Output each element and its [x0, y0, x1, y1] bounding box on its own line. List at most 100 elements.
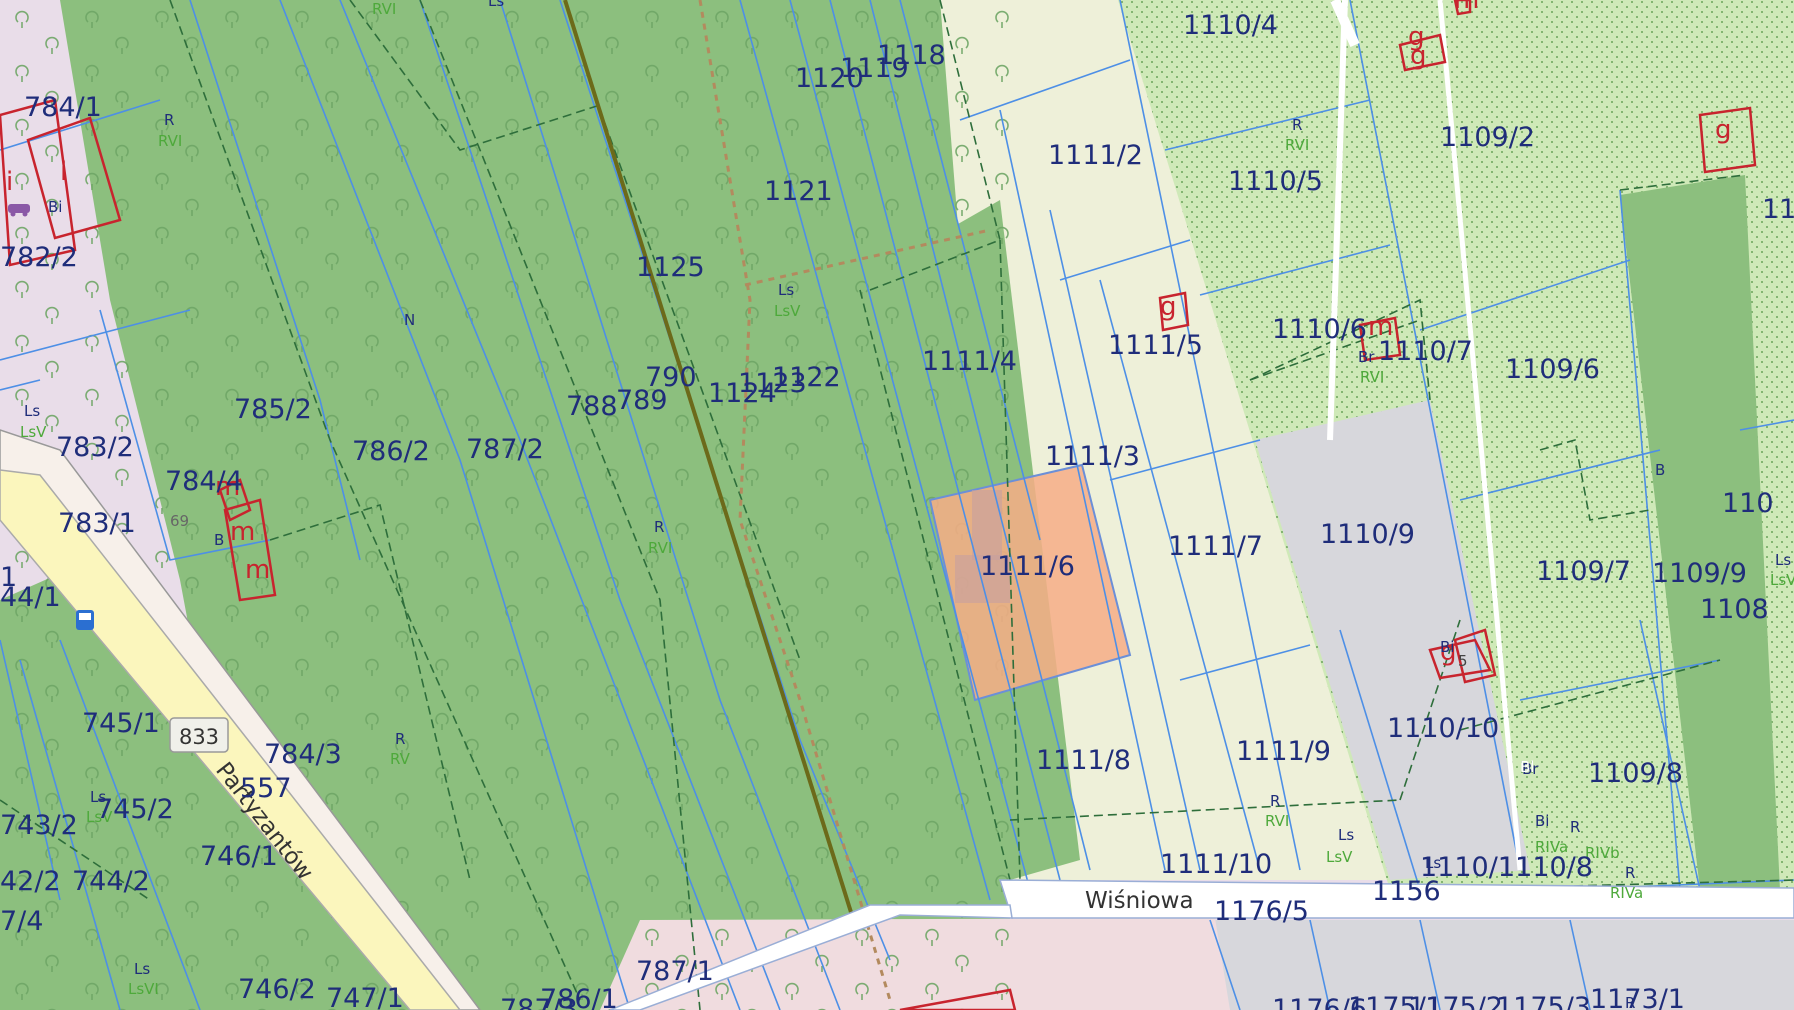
svg-text:1110/9: 1110/9: [1320, 519, 1415, 550]
svg-text:1111/4: 1111/4: [922, 346, 1017, 377]
svg-text:RVI: RVI: [372, 0, 396, 18]
svg-text:557: 557: [240, 773, 292, 804]
svg-text:786/2: 786/2: [352, 436, 430, 467]
svg-text:744/2: 744/2: [72, 866, 150, 897]
svg-text:1111/8: 1111/8: [1036, 745, 1131, 776]
svg-text:g: g: [1410, 41, 1427, 71]
svg-text:Ls: Ls: [134, 960, 150, 978]
svg-text:R: R: [654, 518, 664, 536]
svg-text:Br: Br: [1358, 348, 1375, 366]
svg-text:784/3: 784/3: [264, 739, 342, 770]
svg-text:1111/10: 1111/10: [1160, 849, 1272, 880]
svg-text:1176/5: 1176/5: [1214, 896, 1309, 927]
svg-text:m: m: [230, 517, 255, 547]
svg-text:R: R: [1570, 818, 1580, 836]
svg-text:746/2: 746/2: [238, 974, 316, 1005]
svg-text:1110/4: 1110/4: [1183, 10, 1278, 41]
svg-text:RVI: RVI: [1285, 136, 1309, 154]
svg-text:1125: 1125: [636, 252, 705, 283]
svg-text:1: 1: [0, 562, 17, 593]
route-number: 833: [179, 725, 219, 749]
svg-text:R: R: [164, 111, 174, 129]
svg-text:R: R: [1625, 864, 1635, 882]
svg-text:1110/7: 1110/7: [1378, 336, 1473, 367]
svg-text:Ls: Ls: [1775, 551, 1791, 569]
svg-text:RV: RV: [390, 750, 411, 768]
svg-text:1108: 1108: [1700, 594, 1769, 625]
svg-text:1173/1: 1173/1: [1590, 984, 1685, 1010]
svg-text:i: i: [6, 167, 13, 197]
svg-text:RVI: RVI: [1360, 368, 1384, 386]
svg-text:Bi: Bi: [1440, 638, 1454, 656]
svg-text:747/1: 747/1: [326, 983, 404, 1010]
svg-text:1122: 1122: [772, 362, 841, 393]
svg-text:RVI: RVI: [648, 539, 672, 557]
svg-text:1109/2: 1109/2: [1440, 122, 1535, 153]
svg-text:745/1: 745/1: [82, 708, 160, 739]
svg-text:LsV: LsV: [774, 302, 801, 320]
svg-text:1110/10: 1110/10: [1387, 713, 1499, 744]
svg-text:LsVI: LsVI: [128, 980, 159, 998]
svg-text:783/2: 783/2: [56, 432, 134, 463]
svg-text:1111/9: 1111/9: [1236, 736, 1331, 767]
svg-text:Bi: Bi: [1535, 812, 1549, 830]
svg-text:1109/8: 1109/8: [1588, 758, 1683, 789]
svg-text:784/1: 784/1: [24, 92, 102, 123]
svg-text:785/2: 785/2: [234, 394, 312, 425]
svg-text:R: R: [1292, 116, 1302, 134]
svg-text:746/1: 746/1: [200, 841, 278, 872]
svg-text:g: g: [1715, 115, 1732, 145]
svg-text:787/3: 787/3: [500, 994, 578, 1010]
svg-text:1109/7: 1109/7: [1536, 556, 1631, 587]
svg-text:LsV: LsV: [1326, 848, 1353, 866]
svg-text:Ls: Ls: [778, 281, 794, 299]
svg-text:1111/2: 1111/2: [1048, 140, 1143, 171]
svg-text:B: B: [214, 531, 224, 549]
svg-text:1109/9: 1109/9: [1652, 558, 1747, 589]
svg-text:Ls: Ls: [488, 0, 504, 10]
svg-text:787/1: 787/1: [636, 956, 714, 987]
svg-text:788: 788: [566, 391, 618, 422]
svg-text:1110/5: 1110/5: [1228, 166, 1323, 197]
svg-text:B: B: [1655, 461, 1665, 479]
svg-text:1118: 1118: [877, 40, 946, 71]
svg-text:11: 11: [1762, 194, 1794, 225]
svg-text:1111/5: 1111/5: [1108, 330, 1203, 361]
svg-text:1110/8: 1110/8: [1498, 852, 1593, 883]
svg-text:g: g: [1160, 292, 1177, 322]
cadastral-map[interactable]: 833 Partyzantów Wiśniowa i i g g g m m m…: [0, 0, 1794, 1010]
svg-text:783/1: 783/1: [58, 508, 136, 539]
svg-text:m: m: [245, 555, 270, 585]
svg-text:787/2: 787/2: [466, 434, 544, 465]
svg-text:R: R: [395, 730, 405, 748]
svg-text:782/2: 782/2: [0, 242, 78, 273]
svg-text:1156: 1156: [1372, 876, 1441, 907]
svg-text:1109/6: 1109/6: [1505, 354, 1600, 385]
svg-text:745/2: 745/2: [96, 794, 174, 825]
svg-text:42/2: 42/2: [0, 866, 61, 897]
svg-text:Bi: Bi: [48, 198, 62, 216]
svg-text:N: N: [404, 311, 415, 329]
svg-text:R: R: [1270, 792, 1280, 810]
bus-stop-icon[interactable]: [76, 610, 94, 630]
svg-text:784/4: 784/4: [165, 466, 243, 497]
svg-text:Bl: Bl: [1520, 758, 1534, 776]
svg-text:1111/3: 1111/3: [1045, 441, 1140, 472]
svg-text:789: 789: [616, 385, 668, 416]
svg-text:RVI: RVI: [158, 132, 182, 150]
svg-text:Ls: Ls: [24, 402, 40, 420]
svg-text:1110/6: 1110/6: [1272, 314, 1367, 345]
svg-text:1121: 1121: [764, 176, 833, 207]
svg-text:7/4: 7/4: [0, 906, 43, 937]
svg-text:i: i: [60, 157, 67, 187]
svg-text:1175/2: 1175/2: [1408, 992, 1503, 1010]
svg-text:RIVa: RIVa: [1610, 884, 1643, 902]
svg-text:LsV: LsV: [1770, 571, 1794, 589]
house-number: 5: [1458, 652, 1468, 670]
svg-text:110: 110: [1722, 488, 1774, 519]
svg-text:LsV: LsV: [20, 423, 47, 441]
svg-text:RVI: RVI: [1265, 812, 1289, 830]
svg-text:Ls: Ls: [1338, 826, 1354, 844]
svg-text:743/2: 743/2: [0, 810, 78, 841]
svg-text:m: m: [1454, 0, 1479, 15]
